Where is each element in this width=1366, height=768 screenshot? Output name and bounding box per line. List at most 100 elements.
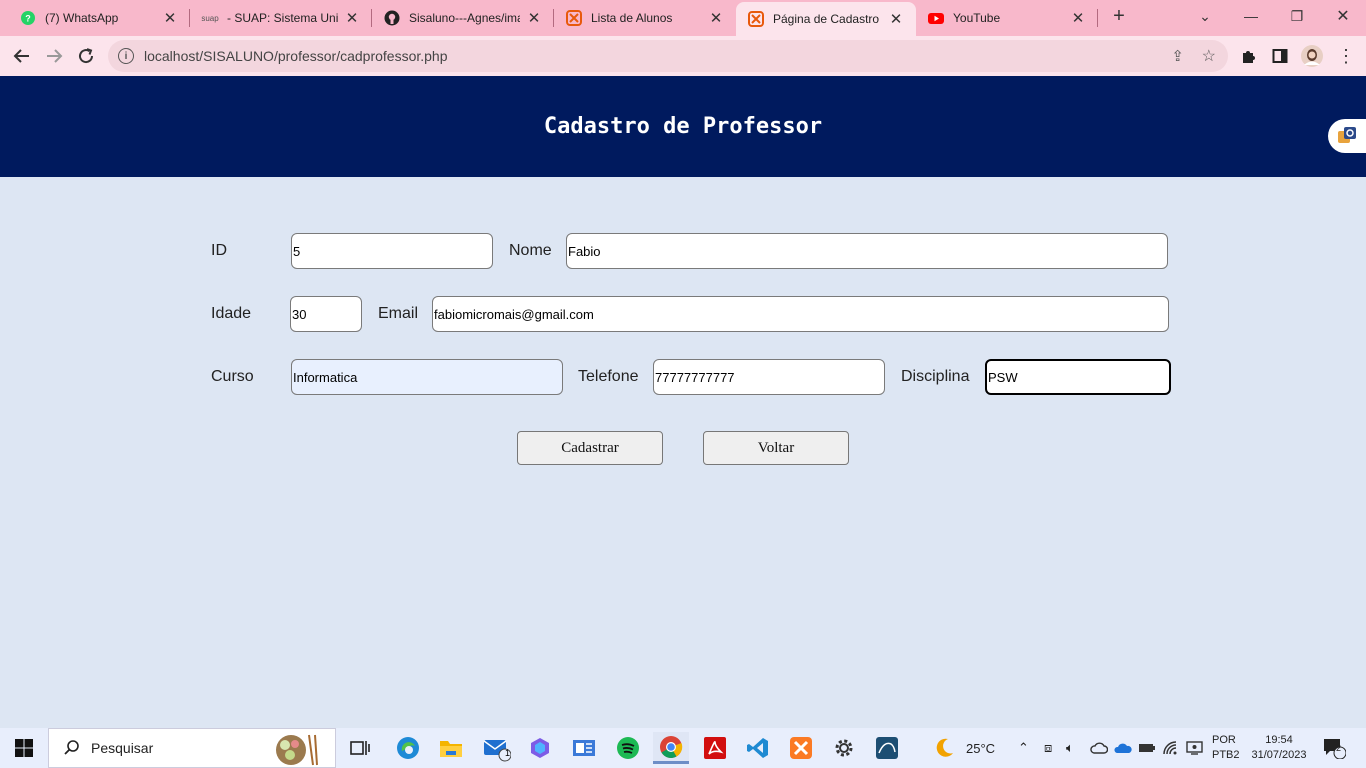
email-label: Email xyxy=(378,305,419,322)
email-input[interactable] xyxy=(432,296,1169,332)
close-icon[interactable]: ✕ xyxy=(344,9,360,27)
restore-button[interactable]: ❐ xyxy=(1274,0,1320,32)
speaker-icon: 🔈︎ xyxy=(1066,740,1074,755)
arrow-right-icon xyxy=(47,49,63,63)
weather-widget[interactable]: 25°C xyxy=(932,728,995,768)
nome-input[interactable] xyxy=(566,233,1168,269)
task-view-icon xyxy=(350,741,370,755)
arrow-left-icon xyxy=(13,49,29,63)
close-window-button[interactable]: ✕ xyxy=(1320,0,1366,32)
disciplina-label: Disciplina xyxy=(901,368,970,385)
task-view-button[interactable] xyxy=(342,732,378,764)
taskbar-xampp[interactable] xyxy=(783,732,819,764)
side-widget[interactable] xyxy=(1328,119,1366,153)
show-hidden-icons-button[interactable]: ⌃ xyxy=(1018,728,1029,768)
taskbar-copilot[interactable] xyxy=(522,732,558,764)
nome-label: Nome xyxy=(509,242,552,259)
idade-input[interactable] xyxy=(290,296,362,332)
translate-widget-icon xyxy=(1338,127,1356,143)
clock[interactable]: 19:54 31/07/2023 xyxy=(1248,728,1310,768)
moon-icon xyxy=(936,738,953,757)
taskbar-vscode[interactable] xyxy=(740,732,776,764)
taskbar-spotify[interactable] xyxy=(610,732,646,764)
language-indicator[interactable]: POR PTB2 xyxy=(1212,728,1240,768)
tray-onedrive[interactable] xyxy=(1114,728,1132,768)
share-icon[interactable]: ⇪ xyxy=(1171,47,1184,65)
new-tab-button[interactable]: + xyxy=(1100,0,1138,32)
cadastrar-button[interactable]: Cadastrar xyxy=(517,431,663,465)
wifi-icon xyxy=(1163,741,1177,755)
id-input[interactable] xyxy=(291,233,493,269)
remote-desktop-icon xyxy=(1186,741,1203,755)
search-highlight-image-icon xyxy=(276,734,318,766)
taskbar-settings[interactable] xyxy=(826,732,862,764)
tray-volume[interactable]: 🔈︎ xyxy=(1066,728,1074,768)
minimize-button[interactable]: — xyxy=(1228,0,1274,32)
suap-icon: suap xyxy=(201,13,219,23)
start-button[interactable] xyxy=(0,728,48,768)
tray-wifi[interactable] xyxy=(1162,728,1180,768)
cloud-icon xyxy=(1090,742,1108,754)
side-panel-button[interactable] xyxy=(1264,40,1296,72)
tab-suap[interactable]: suap - SUAP: Sistema Unific ✕ xyxy=(190,0,372,36)
extensions-button[interactable] xyxy=(1232,40,1264,72)
taskbar-file-explorer[interactable] xyxy=(433,732,469,764)
bookmark-star-icon[interactable]: ☆ xyxy=(1202,46,1216,66)
tray-meet-now[interactable]: ⧈ xyxy=(1044,728,1052,768)
svg-text:?: ? xyxy=(25,14,31,24)
chrome-icon xyxy=(660,735,683,758)
clock-date: 31/07/2023 xyxy=(1251,749,1307,761)
close-icon[interactable]: ✕ xyxy=(1070,9,1086,27)
taskbar-mail[interactable]: 1 xyxy=(478,732,514,764)
side-panel-icon xyxy=(1272,49,1288,63)
curso-label: Curso xyxy=(211,368,254,385)
profile-avatar[interactable] xyxy=(1296,40,1328,72)
reload-button[interactable] xyxy=(70,40,102,72)
weather-temp: 25°C xyxy=(966,740,996,756)
tab-title: (7) WhatsApp xyxy=(45,11,119,25)
taskbar-edge[interactable] xyxy=(390,732,426,764)
telefone-input[interactable] xyxy=(653,359,885,395)
voltar-button[interactable]: Voltar xyxy=(703,431,849,465)
disciplina-input[interactable] xyxy=(985,359,1171,395)
id-label: ID xyxy=(211,242,227,259)
taskbar-mysql-workbench[interactable] xyxy=(869,732,905,764)
keyboard-layout: PTB2 xyxy=(1212,749,1240,761)
tab-youtube[interactable]: YouTube ✕ xyxy=(916,0,1098,36)
address-bar[interactable]: i localhost/SISALUNO/professor/cadprofes… xyxy=(108,40,1228,72)
tray-remote[interactable] xyxy=(1186,728,1204,768)
url-text: localhost/SISALUNO/professor/cadprofesso… xyxy=(144,48,448,64)
tray-cloud-sync[interactable] xyxy=(1090,728,1108,768)
chevron-up-icon: ⌃ xyxy=(1018,740,1029,755)
onedrive-icon xyxy=(1114,743,1132,753)
close-icon[interactable]: ✕ xyxy=(162,9,178,27)
info-icon[interactable]: i xyxy=(118,48,134,64)
curso-input[interactable] xyxy=(291,359,563,395)
spotify-icon xyxy=(617,737,639,759)
taskbar-chrome[interactable] xyxy=(653,732,689,764)
tab-lista-alunos[interactable]: Lista de Alunos ✕ xyxy=(554,0,736,36)
search-placeholder: Pesquisar xyxy=(91,740,154,756)
tab-whatsapp[interactable]: ? (7) WhatsApp ✕ xyxy=(8,0,190,36)
notification-count: 2 xyxy=(1336,743,1342,753)
taskbar-news[interactable] xyxy=(566,732,602,764)
page-header: Cadastro de Professor xyxy=(0,76,1366,177)
taskbar-acrobat[interactable] xyxy=(697,732,733,764)
back-button[interactable] xyxy=(6,40,38,72)
close-icon[interactable]: ✕ xyxy=(526,9,542,27)
taskbar-search[interactable]: Pesquisar xyxy=(48,728,336,768)
close-icon[interactable]: ✕ xyxy=(708,9,724,27)
windows-logo-icon xyxy=(15,739,33,757)
tab-search-chevron-icon[interactable]: ⌄ xyxy=(1182,0,1228,32)
github-icon xyxy=(384,10,400,26)
browser-tab-strip: ? (7) WhatsApp ✕ suap - SUAP: Sistema Un… xyxy=(0,0,1366,36)
menu-button[interactable]: ⋮ xyxy=(1330,40,1362,72)
forward-button[interactable] xyxy=(38,40,70,72)
windows-taskbar: Pesquisar 1 25°C ⌃ ⧈ 🔈︎ POR PTB2 19:54 3… xyxy=(0,728,1366,768)
tab-title: - SUAP: Sistema Unific xyxy=(227,11,338,25)
tab-github[interactable]: Sisaluno---Agnes/ima ✕ xyxy=(372,0,554,36)
notification-center-button[interactable]: 2 xyxy=(1322,728,1346,768)
close-icon[interactable]: ✕ xyxy=(888,10,904,28)
tab-pagina-cadastro[interactable]: Página de Cadastro ✕ xyxy=(736,2,916,36)
tray-battery[interactable] xyxy=(1138,728,1156,768)
